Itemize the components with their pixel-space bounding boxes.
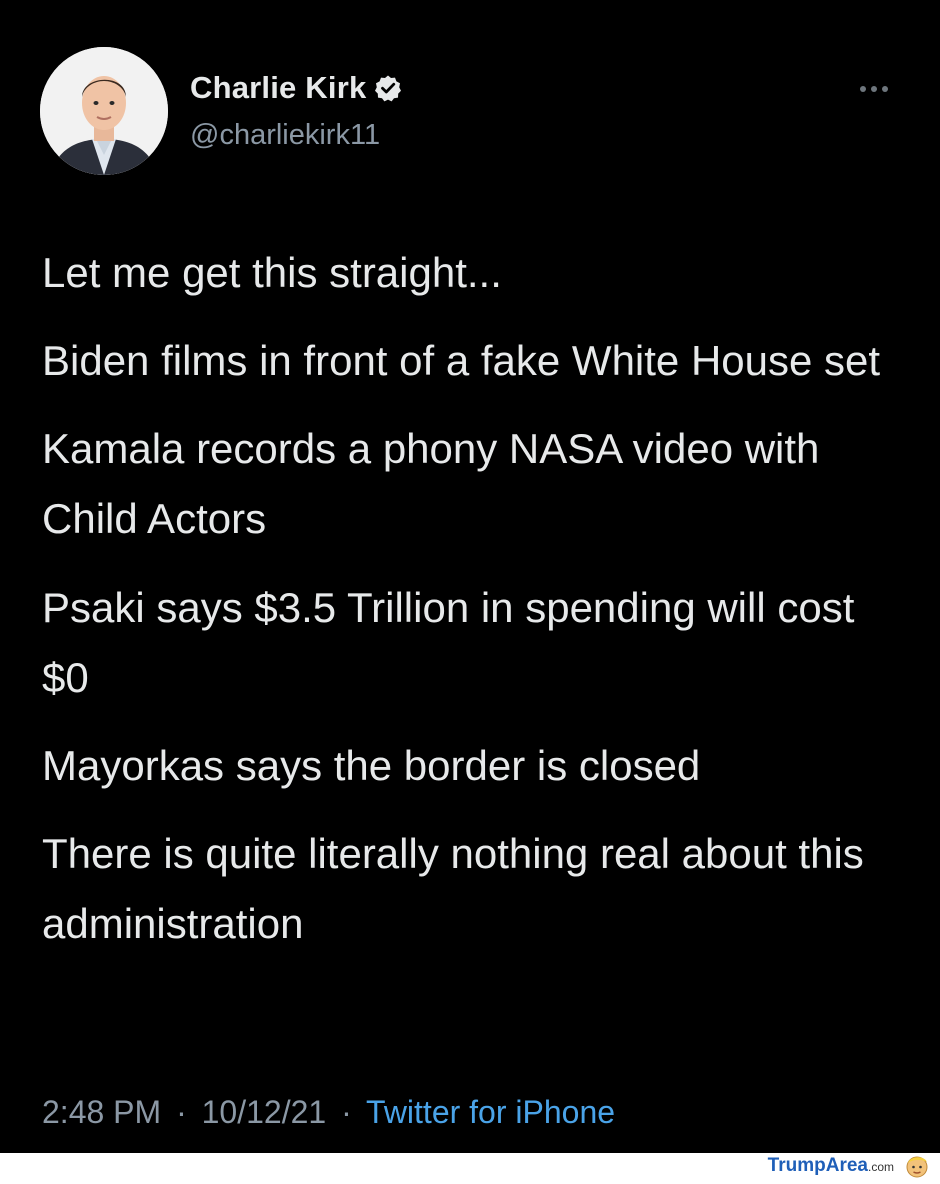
tweet-card: Charlie Kirk @charliekirk11 Let me get t…	[0, 0, 940, 1153]
more-options-icon[interactable]	[860, 82, 900, 96]
tweet-paragraph: Biden films in front of a fake White Hou…	[42, 337, 881, 385]
tweet-paragraph: Mayorkas says the border is closed	[42, 741, 701, 789]
tweet-source-link[interactable]: Twitter for iPhone	[366, 1094, 615, 1130]
author-handle[interactable]: @charliekirk11	[190, 119, 380, 152]
meta-separator: ·	[176, 1094, 187, 1130]
tweet-paragraph: There is quite literally nothing real ab…	[42, 829, 864, 947]
meta-separator: ·	[341, 1094, 352, 1130]
watermark-brand: TrumpArea	[767, 1155, 868, 1176]
watermark-logo-icon	[904, 1153, 930, 1179]
tweet-paragraph: Let me get this straight...	[42, 249, 502, 296]
tweet-date[interactable]: 10/12/21	[202, 1094, 327, 1130]
verified-badge-icon	[374, 74, 402, 102]
tweet-time[interactable]: 2:48 PM	[42, 1094, 161, 1130]
avatar-image	[40, 47, 168, 175]
tweet-meta: 2:48 PM · 10/12/21 · Twitter for iPhone	[42, 1094, 615, 1131]
author-display-name[interactable]: Charlie Kirk	[190, 70, 366, 106]
watermark-suffix: .com	[867, 1160, 894, 1174]
watermark-text: TrumpArea.com	[768, 1155, 894, 1177]
tweet-text: Let me get this straight... Biden films …	[42, 238, 912, 977]
avatar[interactable]	[40, 47, 168, 175]
tweet-paragraph: Psaki says $3.5 Trillion in spending wil…	[42, 583, 855, 701]
tweet-paragraph: Kamala records a phony NASA video with C…	[42, 425, 820, 543]
author-name-row: Charlie Kirk	[190, 70, 402, 106]
